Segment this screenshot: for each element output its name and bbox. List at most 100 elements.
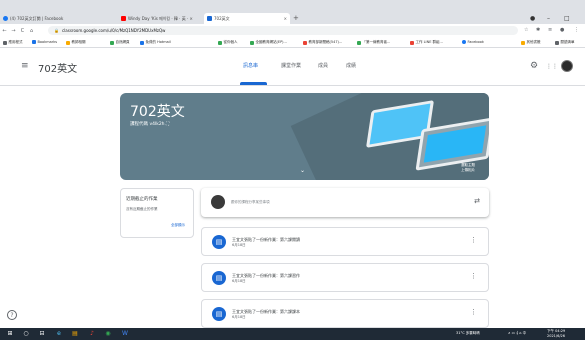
lock-icon: 🔒	[54, 28, 59, 33]
chevron-down-icon[interactable]: ⌄	[300, 167, 305, 174]
help-icon[interactable]: ?	[7, 310, 17, 320]
bookmark-item[interactable]: 其他書籤	[521, 40, 541, 45]
gear-icon[interactable]: ⚙	[530, 61, 538, 71]
url-text: classroom.google.com/u/0/c/MzQ1NDY2MDUxM…	[61, 28, 166, 33]
home-icon[interactable]: ⌂	[27, 28, 36, 34]
bookmark-item[interactable]: 「第一線教育者...	[357, 40, 390, 45]
bookmark-item[interactable]: 教育部新聞稿(547)...	[303, 40, 342, 45]
bookmark-item[interactable]: 工作 LINE 群組...	[410, 40, 443, 45]
upcoming-empty-text: 沒有近期截止的作業	[126, 207, 158, 211]
upcoming-card: 近期截止的作業 沒有近期截止的作業 全部顯示	[120, 188, 194, 238]
minimize-button[interactable]: –	[547, 15, 550, 22]
back-icon[interactable]: ←	[0, 28, 9, 34]
bookmark-item[interactable]: 從你個人	[218, 40, 238, 45]
more-options-icon[interactable]: ⋮	[470, 236, 477, 244]
apps-grid-icon[interactable]: ⋮⋮	[546, 63, 558, 70]
globe-icon	[110, 40, 114, 45]
system-tray-icons[interactable]: ∧ ▭ 𝄞 ⌂ 中	[508, 331, 526, 336]
close-tab-icon[interactable]: ×	[284, 16, 287, 21]
active-tab-indicator	[240, 82, 267, 85]
list-item[interactable]: ▤ 王宜文張貼了一份新作業：第六課課本 6月18日 ⋮	[201, 299, 489, 328]
mail-icon	[140, 40, 144, 45]
browser-toolbar: ← → C ⌂ 🔒 classroom.google.com/u/0/c/MzQ1…	[0, 24, 585, 37]
bookmark-item[interactable]: Bookmarks	[32, 40, 57, 44]
bookmark-item[interactable]: 自然網頁	[110, 40, 130, 45]
bookmark-item[interactable]: Facebook	[462, 40, 484, 44]
banner-theme-actions: 選取主題 上傳相片	[461, 163, 475, 173]
browser-menu-icon[interactable]: ⋮	[574, 27, 579, 33]
address-bar[interactable]: 🔒 classroom.google.com/u/0/c/MzQ1NDY2MDUx…	[48, 26, 518, 35]
tab-stream[interactable]: 訊息串	[243, 62, 258, 69]
profile-dot-icon[interactable]: ●	[530, 15, 535, 22]
bookmarks-bar: 應用程式 Bookmarks 教師相關 自然網頁 免費的 Hotmail 從你個…	[0, 37, 585, 48]
tab-people[interactable]: 成員	[318, 62, 328, 69]
assignment-icon: ▤	[212, 271, 226, 285]
upload-photo-link[interactable]: 上傳相片	[461, 168, 475, 173]
post-date: 6月18日	[232, 315, 246, 319]
globe-icon	[218, 40, 222, 45]
reload-icon[interactable]: C	[18, 28, 27, 34]
bookmark-item[interactable]: 教師相關	[66, 40, 86, 45]
bookmark-item[interactable]: 應用程式	[3, 40, 23, 45]
extension-icon[interactable]: ✱	[536, 27, 540, 33]
fullscreen-icon[interactable]: ⛶	[166, 122, 169, 127]
news-icon	[303, 40, 307, 45]
folder-icon	[521, 40, 525, 45]
course-banner: 702英文 課程代碼 v4lk2h ⛶ ⌄ 選取主題 上傳相片	[120, 93, 489, 180]
tab-classwork[interactable]: 課堂作業	[281, 62, 301, 69]
bookmark-star-icon[interactable]: ☆	[524, 27, 528, 33]
repost-icon[interactable]: ⇄	[474, 197, 480, 205]
weather-text[interactable]: 31°C 多雲時晴	[456, 331, 480, 336]
tab-grades[interactable]: 成績	[346, 62, 356, 69]
reading-list-icon	[555, 40, 559, 45]
edge-icon[interactable]: e	[55, 330, 63, 338]
browser-tab-strip: (4) 702英文訂閱 | Facebook Windy Day 'Kis 메이…	[0, 0, 585, 24]
media-app-icon[interactable]: ♪	[88, 330, 96, 338]
file-explorer-icon[interactable]: ▤	[71, 330, 79, 338]
windows-start-icon[interactable]: ⊞	[6, 330, 14, 338]
class-code: 課程代碼 v4lk2h ⛶	[130, 122, 170, 127]
forward-icon[interactable]: →	[9, 28, 18, 34]
bookmark-item[interactable]: 全國教育網站(EP)...	[250, 40, 287, 45]
folder-icon	[66, 40, 70, 45]
maximize-button[interactable]: □	[564, 15, 570, 22]
globe-icon	[357, 40, 361, 45]
facebook-icon	[462, 40, 466, 44]
browser-tab-youtube[interactable]: Windy Day 'Kis 메이킹 · 韓 · 英 · ×	[118, 13, 204, 24]
avatar	[211, 195, 225, 209]
post-date: 6月18日	[232, 243, 246, 247]
assignment-icon: ▤	[212, 307, 226, 321]
bookmark-item[interactable]: 免費的 Hotmail	[140, 40, 171, 45]
share-placeholder: 跟你的課程分享某些事項	[231, 200, 270, 204]
hamburger-menu-icon[interactable]: ≡	[21, 61, 29, 71]
more-options-icon[interactable]: ⋮	[470, 272, 477, 280]
course-title: 702英文	[130, 104, 185, 120]
list-item[interactable]: ▤ 王宜文張貼了一份新作業：第六課閱讀 6月18日 ⋮	[201, 227, 489, 256]
globe-icon	[250, 40, 254, 45]
star-icon	[32, 40, 36, 44]
upcoming-heading: 近期截止的作業	[126, 197, 158, 202]
new-tab-button[interactable]: +	[293, 14, 299, 22]
chrome-icon[interactable]: ◉	[104, 330, 112, 338]
more-options-icon[interactable]: ⋮	[470, 308, 477, 316]
search-icon[interactable]: ○	[22, 330, 30, 338]
classroom-header: ≡ 702英文 訊息串 課堂作業 成員 成績 ⚙ ⋮⋮	[0, 48, 585, 86]
line-icon	[410, 40, 414, 45]
view-all-link[interactable]: 全部顯示	[171, 223, 185, 228]
page-title[interactable]: 702英文	[38, 60, 77, 75]
youtube-icon	[121, 16, 126, 21]
word-icon[interactable]: W	[121, 330, 129, 338]
avatar[interactable]	[561, 60, 573, 72]
bookmark-item[interactable]: 閱讀清單	[555, 40, 575, 45]
list-item[interactable]: ▤ 王宜文張貼了一份新作業：第六課習作 6月18日 ⋮	[201, 263, 489, 292]
clock-date[interactable]: 2021/6/26	[547, 334, 565, 338]
assignment-icon: ▤	[212, 235, 226, 249]
classroom-icon	[207, 16, 212, 21]
browser-tab-classroom[interactable]: 702英文 ×	[204, 13, 290, 24]
share-box[interactable]: 跟你的課程分享某些事項 ⇄	[201, 188, 489, 217]
profile-icon[interactable]: ●	[560, 27, 564, 33]
apps-grid-icon	[3, 40, 7, 45]
browser-tab-facebook[interactable]: (4) 702英文訂閱 | Facebook	[0, 13, 118, 24]
task-view-icon[interactable]: ⊟	[38, 330, 46, 338]
reading-list-icon[interactable]: ≡	[548, 27, 552, 33]
